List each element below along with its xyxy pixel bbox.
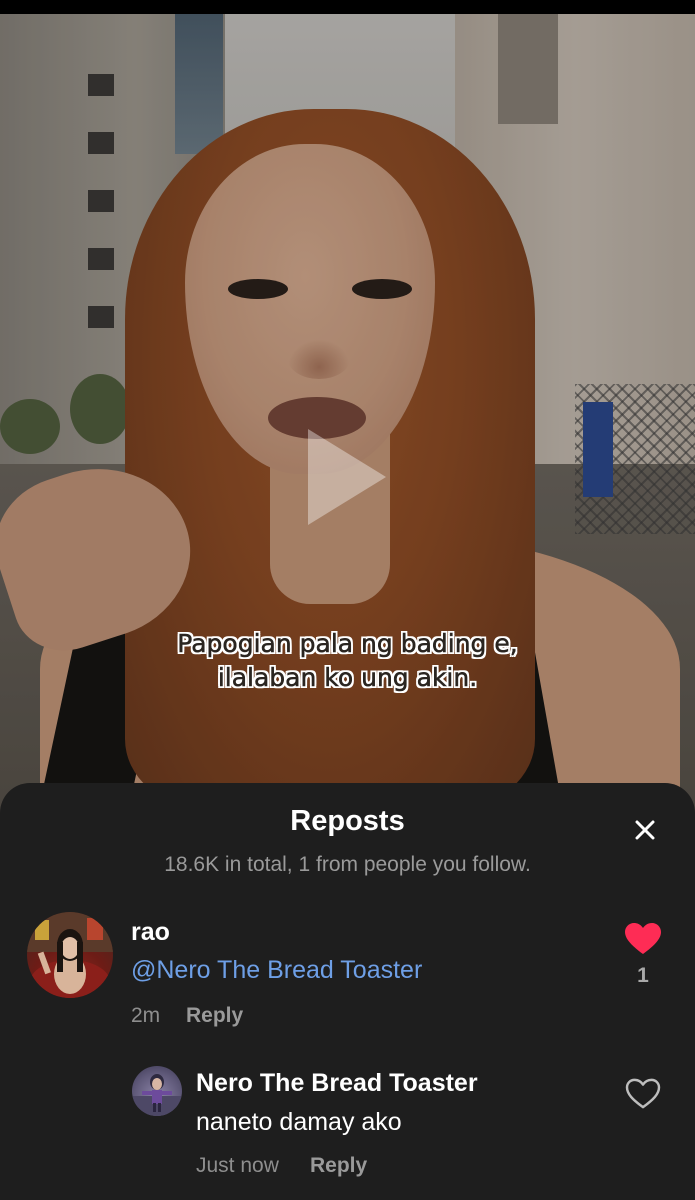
comment-mention-link[interactable]: @Nero The Bread Toaster (131, 956, 422, 985)
like-button[interactable] (625, 1078, 661, 1115)
sheet-title: Reposts (290, 805, 405, 837)
avatar-image (27, 912, 113, 998)
heart-outline-icon (625, 1078, 661, 1109)
close-icon (635, 820, 655, 840)
comment-time: Just now (196, 1154, 279, 1177)
like-count: 1 (637, 964, 649, 987)
sheet-subtitle: 18.6K in total, 1 from people you follow… (164, 853, 531, 876)
screen: Papogian pala ng bading e, ilalaban ko u… (0, 0, 695, 1200)
video-player[interactable]: Papogian pala ng bading e, ilalaban ko u… (0, 14, 695, 814)
avatar-image (132, 1074, 182, 1116)
avatar[interactable] (27, 912, 113, 998)
video-caption-line: Papogian pala ng bading e, (177, 629, 518, 659)
comment-username[interactable]: Nero The Bread Toaster (196, 1069, 478, 1098)
video-caption-line: ilalaban ko ung akin. (217, 663, 478, 693)
comment-username[interactable]: rao (131, 918, 170, 947)
video-caption: Papogian pala ng bading e, ilalaban ko u… (0, 627, 695, 695)
heart-filled-icon (625, 923, 661, 954)
reposts-sheet: Reposts 18.6K in total, 1 from people yo… (0, 783, 695, 1200)
play-icon[interactable] (308, 429, 386, 525)
comment-time: 2m (131, 1004, 161, 1027)
comment-text: naneto damay ako (196, 1108, 402, 1136)
reply-button[interactable]: Reply (310, 1154, 367, 1178)
close-button[interactable] (628, 813, 662, 847)
avatar[interactable] (132, 1066, 182, 1116)
like-button[interactable] (624, 922, 662, 961)
reply-button[interactable]: Reply (186, 1004, 243, 1028)
